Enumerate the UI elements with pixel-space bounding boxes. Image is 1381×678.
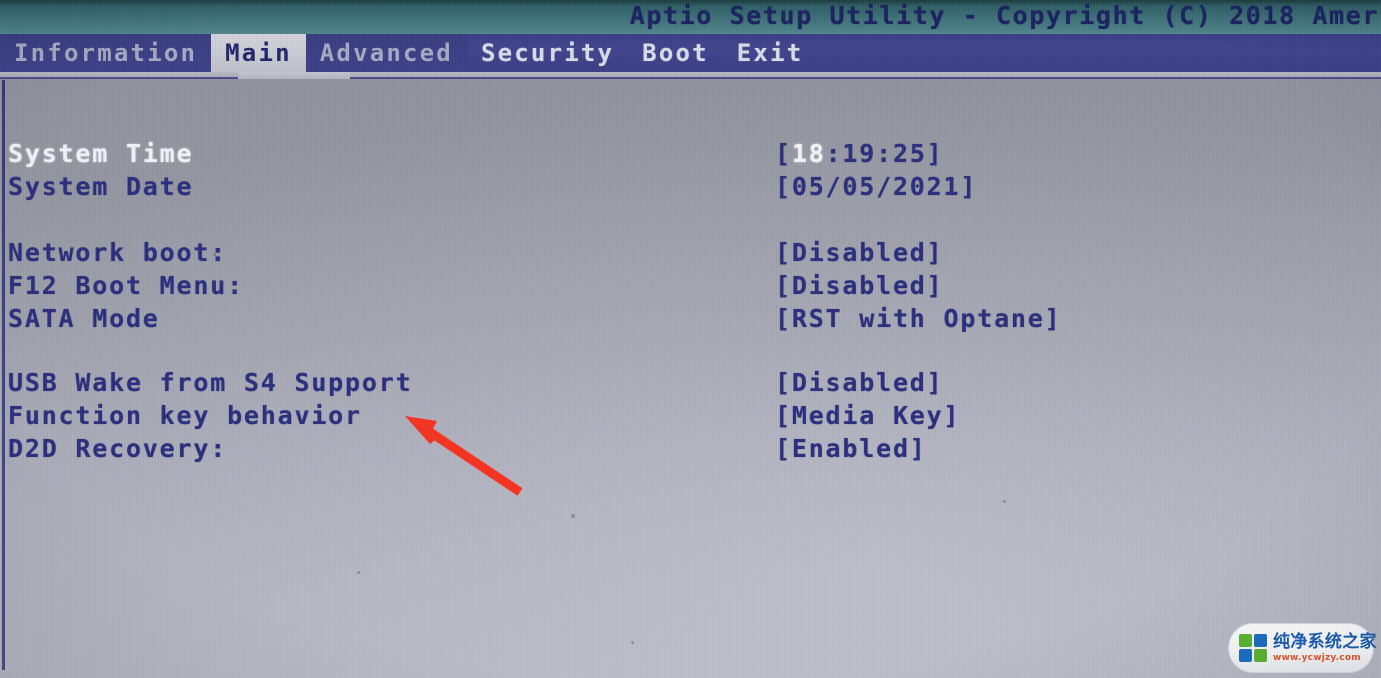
tab-exit[interactable]: Exit (723, 34, 818, 72)
setting-label-d2d-recovery: D2D Recovery: (8, 434, 228, 463)
tab-boot-label: Boot (642, 39, 709, 67)
tab-security-label: Security (480, 39, 615, 67)
setting-value-function-key-behavior[interactable]: [Media Key] (775, 399, 960, 432)
setting-row-system-date[interactable]: System Date [05/05/2021] (0, 170, 1381, 203)
panel-speck (213, 253, 216, 256)
panel-speck (631, 641, 634, 644)
setting-value-usb-wake-s4[interactable]: [Disabled] (775, 366, 944, 399)
setting-value-system-date[interactable]: [05/05/2021] (775, 170, 977, 203)
logo-square-br (1254, 649, 1267, 662)
setting-row-network-boot[interactable]: Network boot: [Disabled] (0, 236, 1381, 269)
setting-label-usb-wake-s4: USB Wake from S4 Support (8, 368, 413, 397)
setting-row-usb-wake-s4[interactable]: USB Wake from S4 Support [Disabled] (0, 366, 1381, 399)
logo-square-bl (1239, 649, 1252, 662)
panel-speck (357, 571, 360, 574)
header-bar: Aptio Setup Utility - Copyright (C) 2018… (0, 0, 1381, 34)
setting-label-sata-mode: SATA Mode (8, 304, 160, 333)
page-title: Aptio Setup Utility - Copyright (C) 2018… (629, 1, 1379, 30)
watermark-title: 纯净系统之家 (1273, 631, 1377, 652)
setting-label-f12-boot-menu: F12 Boot Menu: (8, 271, 244, 300)
setting-label-system-time: System Time (8, 139, 194, 168)
system-time-text: :19:25] (825, 139, 944, 168)
watermark-url: www.ycwjzy.com (1273, 652, 1361, 663)
menu-bar-underline (0, 72, 1381, 77)
setting-value-system-time[interactable]: [18:19:25] (775, 137, 944, 170)
tab-boot[interactable]: Boot (628, 34, 723, 72)
tab-advanced-label: Advanced (319, 39, 453, 67)
setting-row-function-key-behavior[interactable]: Function key behavior [Media Key] (0, 399, 1381, 432)
tab-information-label: Information (14, 39, 198, 67)
tab-advanced[interactable]: Advanced (305, 34, 467, 72)
setting-value-sata-mode[interactable]: [RST with Optane] (775, 302, 1061, 335)
setting-row-sata-mode[interactable]: SATA Mode [RST with Optane] (0, 302, 1381, 335)
setting-label-function-key-behavior: Function key behavior (8, 401, 362, 430)
tab-main[interactable]: Main (211, 34, 306, 72)
setting-label-network-boot: Network boot: (8, 238, 228, 267)
setting-row-f12-boot-menu[interactable]: F12 Boot Menu: [Disabled] (0, 269, 1381, 302)
menu-bar-underline-accent (0, 77, 1381, 79)
site-watermark: 纯净系统之家 www.ycwjzy.com (1229, 624, 1377, 672)
menu-bar: Information Main Advanced Security Boot … (0, 34, 1381, 72)
tab-security[interactable]: Security (467, 34, 628, 72)
tab-information[interactable]: Information (0, 34, 212, 72)
setting-label-system-date: System Date (8, 172, 194, 201)
watermark-text: 纯净系统之家 www.ycwjzy.com (1273, 631, 1377, 663)
panel-speck (571, 514, 575, 518)
settings-panel: System Time [18:19:25] System Date [05/0… (0, 80, 1381, 678)
setting-value-f12-boot-menu[interactable]: [Disabled] (775, 269, 944, 302)
tab-exit-label: Exit (736, 39, 804, 67)
tab-main-label: Main (225, 39, 292, 67)
setting-value-d2d-recovery[interactable]: [Enabled] (775, 432, 927, 465)
system-time-cursor-field: 18 (791, 139, 826, 168)
watermark-logo-icon (1239, 634, 1267, 662)
active-tab-shelf (238, 72, 350, 79)
logo-square-tl (1239, 634, 1252, 647)
logo-square-tr (1254, 634, 1267, 647)
panel-speck (1003, 500, 1006, 503)
tab-list: Information Main Advanced Security Boot … (0, 34, 817, 72)
setting-value-network-boot[interactable]: [Disabled] (775, 236, 944, 269)
setting-row-d2d-recovery[interactable]: D2D Recovery: [Enabled] (0, 432, 1381, 465)
system-time-text: [ (775, 139, 792, 168)
setting-row-system-time[interactable]: System Time [18:19:25] (0, 137, 1381, 170)
bios-setup-screen: Aptio Setup Utility - Copyright (C) 2018… (0, 0, 1381, 678)
